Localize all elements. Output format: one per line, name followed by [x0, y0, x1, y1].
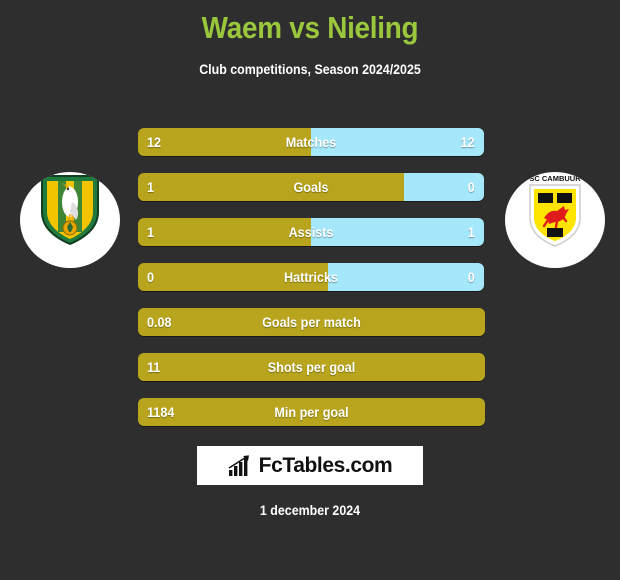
away-value: 0 — [467, 269, 475, 285]
stats-comparison-page: Waem vs Nieling Club competitions, Seaso… — [0, 0, 620, 580]
page-subtitle: Club competitions, Season 2024/2025 — [199, 62, 421, 77]
home-value: 1 — [147, 224, 155, 240]
date-label: 1 december 2024 — [259, 503, 361, 518]
svg-text:SC CAMBUUR: SC CAMBUUR — [529, 174, 581, 183]
stat-row-matches: 12 Matches 12 — [138, 128, 484, 156]
stat-label: Hattricks — [284, 269, 338, 285]
away-team-crest: SC CAMBUUR — [505, 172, 605, 268]
bar-chart-icon — [228, 454, 249, 476]
stat-row-assists: 1 Assists 1 — [138, 218, 484, 246]
away-value: 12 — [460, 134, 475, 150]
stat-bars-list: 12 Matches 12 1 Goals 0 1 Assists 1 0 Ha… — [138, 128, 485, 443]
sc-cambuur-crest-icon: SC CAMBUUR — [529, 174, 581, 247]
stat-row-goals: 1 Goals 0 — [138, 173, 484, 201]
stat-label: Goals — [293, 179, 329, 195]
home-value: 0 — [147, 269, 155, 285]
home-team-crest — [20, 172, 120, 268]
stat-label: Min per goal — [274, 404, 349, 420]
stat-row-goals-per-match: 0.08 Goals per match — [138, 308, 485, 336]
stat-label: Shots per goal — [267, 359, 356, 375]
away-value: 1 — [467, 224, 475, 240]
stat-row-min-per-goal: 1184 Min per goal — [138, 398, 485, 426]
stat-label: Matches — [285, 134, 337, 150]
fctables-logo[interactable]: FcTables.com — [197, 446, 423, 485]
fctables-logo-text: FcTables.com — [258, 453, 393, 477]
stat-label: Goals per match — [262, 314, 361, 330]
ado-den-haag-crest-icon — [41, 175, 99, 246]
stat-row-hattricks: 0 Hattricks 0 — [138, 263, 484, 291]
stat-row-shots-per-goal: 11 Shots per goal — [138, 353, 485, 381]
home-value: 1 — [147, 179, 155, 195]
page-title: Waem vs Nieling — [201, 10, 419, 45]
stat-label: Assists — [288, 224, 334, 240]
away-value: 0 — [467, 179, 475, 195]
